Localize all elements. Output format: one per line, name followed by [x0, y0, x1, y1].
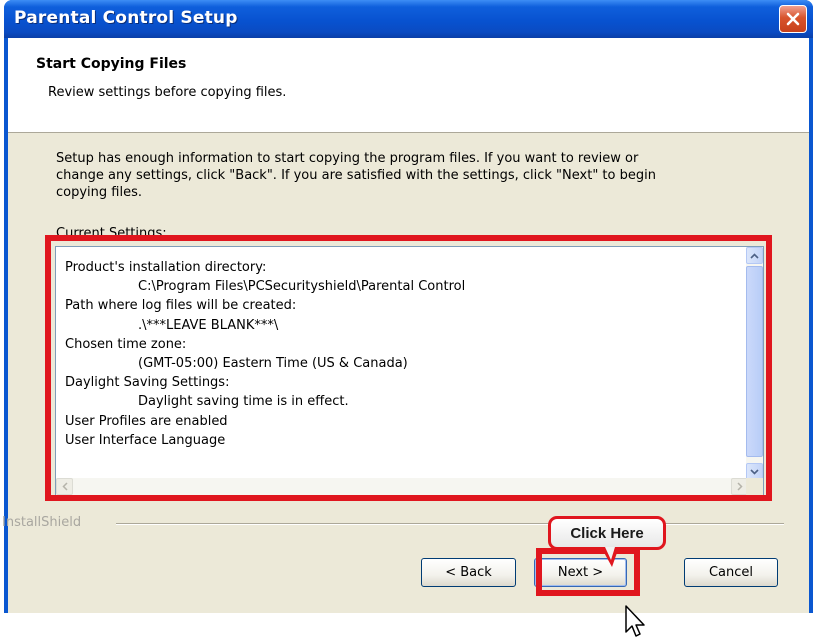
dialog-client-area: Start Copying Files Review settings befo… — [2, 38, 809, 637]
intro-line: Setup has enough information to start co… — [56, 151, 639, 166]
title-bar[interactable]: Parental Control Setup — [4, 0, 813, 38]
back-button[interactable]: < Back — [421, 558, 516, 587]
dialog-header: Start Copying Files Review settings befo… — [8, 38, 809, 133]
cancel-button[interactable]: Cancel — [684, 558, 778, 587]
close-icon — [786, 12, 800, 26]
click-here-callout: Click Here — [548, 516, 666, 550]
footer-separator — [116, 523, 784, 525]
callout-pointer — [601, 547, 619, 567]
intro-text: Setup has enough information to start co… — [56, 150, 771, 201]
settings-highlight-frame — [45, 235, 772, 501]
intro-line: change any settings, click "Back". If yo… — [56, 168, 656, 183]
intro-line: copying files. — [56, 185, 142, 200]
next-highlight-frame — [536, 548, 640, 596]
mouse-cursor-icon — [625, 605, 645, 637]
window-title: Parental Control Setup — [14, 8, 238, 28]
step-subtitle: Review settings before copying files. — [48, 85, 287, 100]
step-title: Start Copying Files — [36, 56, 187, 72]
setup-window: Parental Control Setup Start Copying Fil… — [2, 0, 813, 637]
close-button[interactable] — [779, 5, 807, 33]
installshield-brand: InstallShield — [2, 515, 82, 530]
